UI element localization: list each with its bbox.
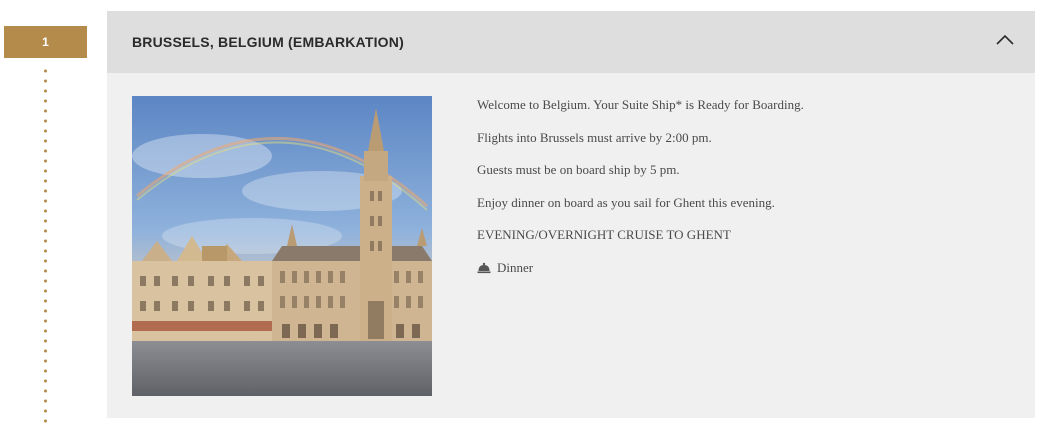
timeline-dots	[44, 66, 47, 423]
detail-line-dinner: Enjoy dinner on board as you sail for Gh…	[477, 194, 775, 210]
port-photo	[132, 96, 432, 396]
detail-line-welcome: Welcome to Belgium. Your Suite Ship* is …	[477, 97, 804, 112]
day-number: 1	[42, 35, 49, 49]
accordion-header[interactable]: BRUSSELS, BELGIUM (EMBARKATION)	[107, 11, 1035, 73]
detail-line-flights: Flights into Brussels must arrive by 2:0…	[477, 129, 712, 145]
grand-place-photo	[132, 96, 432, 396]
accordion-body: Welcome to Belgium. Your Suite Ship* is …	[107, 73, 1035, 418]
detail-line-boarding: Guests must be on board ship by 5 pm.	[477, 162, 680, 177]
port-title: BRUSSELS, BELGIUM (EMBARKATION)	[132, 34, 404, 50]
meal-label: Dinner	[497, 259, 534, 275]
chevron-up-icon[interactable]	[995, 33, 1015, 47]
itinerary-page: 1 BRUSSELS, BELGIUM (EMBARKATION) Welcom…	[0, 0, 1038, 423]
day-number-badge: 1	[4, 26, 87, 58]
detail-line-cruise: EVENING/OVERNIGHT CRUISE TO GHENT	[477, 227, 731, 242]
cloche-icon	[477, 262, 491, 273]
itinerary-day-card: BRUSSELS, BELGIUM (EMBARKATION) Welcome …	[107, 11, 1035, 418]
meal-item: Dinner	[477, 259, 997, 277]
day-details: Welcome to Belgium. Your Suite Ship* is …	[477, 96, 997, 277]
